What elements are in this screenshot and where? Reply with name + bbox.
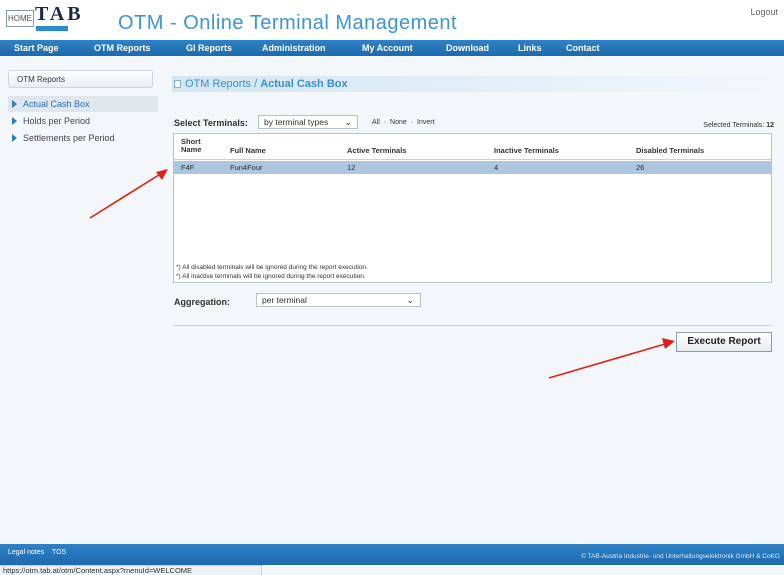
select-terminals-label: Select Terminals: <box>174 118 248 128</box>
link-separator: · <box>410 119 414 126</box>
footer-links: Legal notes TOS <box>8 549 72 556</box>
arrow-right-icon <box>12 117 17 125</box>
note-inactive: *) All inactive terminals will be ignore… <box>176 273 366 280</box>
browser-status-url: https://otm.tab.at/otm/Content.aspx?menu… <box>0 565 262 575</box>
breadcrumb: OTM Reports / Actual Cash Box <box>172 76 784 92</box>
app-title: OTM - Online Terminal Management <box>118 12 458 34</box>
nav-otm-reports[interactable]: OTM Reports <box>94 40 151 56</box>
sidebar-item-label: Settlements per Period <box>23 133 115 143</box>
breadcrumb-section[interactable]: OTM Reports <box>185 78 251 90</box>
selected-terminals-value: 12 <box>766 122 774 129</box>
column-header-active-terminals[interactable]: Active Terminals <box>347 146 406 155</box>
copyright-text: © TAB-Austria Industrie- und Unterhaltun… <box>581 553 780 560</box>
execute-report-button[interactable]: Execute Report <box>676 332 772 352</box>
terminal-filter-select[interactable]: by terminal types ⌄ <box>258 115 358 129</box>
main-navigation: Start Page OTM Reports GI Reports Admini… <box>0 40 784 56</box>
table-header: Short Name Full Name Active Terminals In… <box>174 134 771 160</box>
tab-logo[interactable]: TAB <box>35 3 85 34</box>
nav-administration[interactable]: Administration <box>262 40 326 56</box>
select-invert-link[interactable]: Invert <box>417 119 435 126</box>
link-separator: · <box>383 119 387 126</box>
note-disabled: *) All disabled terminals will be ignore… <box>176 264 368 271</box>
nav-download[interactable]: Download <box>446 40 489 56</box>
aggregation-select[interactable]: per terminal ⌄ <box>256 293 421 307</box>
select-none-link[interactable]: None <box>390 119 407 126</box>
sidebar-item-actual-cash-box[interactable]: Actual Cash Box <box>8 96 158 112</box>
logo-bar <box>36 26 68 31</box>
annotation-arrow-icon <box>548 338 675 379</box>
sidebar-item-label: Actual Cash Box <box>23 99 90 109</box>
column-header-short-name[interactable]: Short Name <box>181 138 201 154</box>
column-header-text: Name <box>181 145 202 154</box>
sidebar: OTM Reports Actual Cash Box Holds per Pe… <box>8 70 158 146</box>
logo-text: TAB <box>35 3 84 25</box>
terminal-filter-value: by terminal types <box>264 117 329 127</box>
aggregation-value: per terminal <box>262 295 307 305</box>
footer: Legal notes TOS © TAB-Austria Industrie-… <box>0 544 784 565</box>
cell-active-terminals: 12 <box>347 163 356 172</box>
selected-terminals-label: Selected Terminals: <box>703 122 765 129</box>
logout-link[interactable]: Logout <box>750 7 778 17</box>
select-all-link[interactable]: All <box>372 119 380 126</box>
nav-links[interactable]: Links <box>518 40 542 56</box>
divider <box>173 325 772 326</box>
annotation-arrow-icon <box>89 169 168 219</box>
cell-disabled-terminals: 26 <box>636 163 645 172</box>
nav-contact[interactable]: Contact <box>566 40 600 56</box>
arrow-right-icon <box>12 134 17 142</box>
chevron-down-icon: ⌄ <box>406 295 414 305</box>
arrow-right-icon <box>12 100 17 108</box>
nav-my-account[interactable]: My Account <box>362 40 413 56</box>
legal-notes-link[interactable]: Legal notes <box>8 549 44 556</box>
cell-inactive-terminals: 4 <box>494 163 499 172</box>
notes: *) All disabled terminals will be ignore… <box>176 263 368 281</box>
tos-link[interactable]: TOS <box>52 549 66 556</box>
cell-full-name: Fun4Four <box>230 163 263 172</box>
cell-short-name: F4F <box>181 163 195 172</box>
selection-links: All · None · Invert <box>372 119 437 126</box>
nav-start-page[interactable]: Start Page <box>14 40 59 56</box>
column-header-full-name[interactable]: Full Name <box>230 146 266 155</box>
table-row[interactable]: F4F Fun4Four 12 4 26 <box>174 161 771 174</box>
selected-terminals-count: Selected Terminals: 12 <box>703 122 774 129</box>
breadcrumb-box-icon <box>174 80 181 88</box>
aggregation-label: Aggregation: <box>174 297 230 307</box>
column-header-inactive-terminals[interactable]: Inactive Terminals <box>494 146 559 155</box>
sidebar-title: OTM Reports <box>8 70 153 88</box>
header: HOME TAB OTM - Online Terminal Managemen… <box>0 0 784 40</box>
nav-gi-reports[interactable]: GI Reports <box>186 40 232 56</box>
breadcrumb-separator: / <box>251 78 261 90</box>
chevron-down-icon: ⌄ <box>344 117 352 127</box>
terminal-table: Short Name Full Name Active Terminals In… <box>173 133 772 283</box>
column-header-disabled-terminals[interactable]: Disabled Terminals <box>636 146 704 155</box>
sidebar-item-holds-per-period[interactable]: Holds per Period <box>8 113 158 129</box>
home-button[interactable]: HOME <box>6 10 34 27</box>
sidebar-item-label: Holds per Period <box>23 116 91 126</box>
sidebar-item-settlements-per-period[interactable]: Settlements per Period <box>8 130 158 146</box>
breadcrumb-current: Actual Cash Box <box>260 78 348 90</box>
